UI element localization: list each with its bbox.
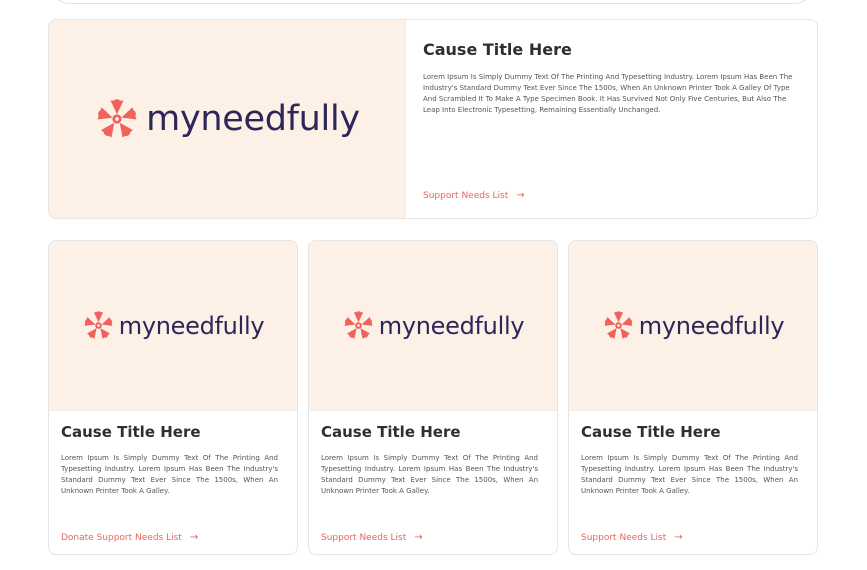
cause-body: Cause Title Here Lorem Ipsum Is Simply D… [309,411,557,554]
cause-description: Lorem Ipsum Is Simply Dummy Text Of The … [423,73,793,114]
featured-cause-card: myneedfully Cause Title Here Lorem Ipsum… [48,19,818,219]
donate-support-needs-list-link[interactable]: Donate Support Needs List → [61,532,198,543]
cause-title: Cause Title Here [423,40,572,59]
brand-mark-icon [84,311,113,339]
brand-wordmark: myneedfully [118,311,265,340]
cause-image: myneedfully [309,241,557,411]
cause-description: Lorem Ipsum Is Simply Dummy Text Of The … [581,454,798,495]
brand-logo: myneedfully [82,309,265,342]
cause-title: Cause Title Here [61,423,201,441]
featured-cause-body: Cause Title Here Lorem Ipsum Is Simply D… [406,20,817,218]
cause-body: Cause Title Here Lorem Ipsum Is Simply D… [49,411,297,554]
brand-wordmark: myneedfully [378,311,525,340]
brand-mark-icon [604,311,633,339]
brand-logo: myneedfully [602,309,785,342]
arrow-right-icon: → [414,532,423,543]
cause-card: myneedfully Cause Title Here Lorem Ipsum… [308,240,558,555]
link-label: Support Needs List [581,532,667,543]
link-label: Support Needs List [321,532,407,543]
featured-cause-image: myneedfully [49,20,406,218]
brand-wordmark: myneedfully [638,311,785,340]
cause-card: myneedfully Cause Title Here Lorem Ipsum… [568,240,818,555]
cause-description: Lorem Ipsum Is Simply Dummy Text Of The … [321,454,538,495]
arrow-right-icon: → [516,190,525,201]
cause-image: myneedfully [569,241,817,411]
cause-image: myneedfully [49,241,297,411]
cause-card: myneedfully Cause Title Here Lorem Ipsum… [48,240,298,555]
support-needs-list-link[interactable]: Support Needs List → [423,190,525,201]
arrow-right-icon: → [189,532,199,543]
cause-body: Cause Title Here Lorem Ipsum Is Simply D… [569,411,817,554]
link-label: Donate Support Needs List [61,532,182,543]
brand-mark-icon [344,311,373,339]
support-needs-list-link[interactable]: Support Needs List → [581,532,683,543]
brand-logo: myneedfully [342,309,525,342]
brand-logo: myneedfully [94,96,360,142]
arrow-right-icon: → [674,532,683,543]
cause-description: Lorem Ipsum Is Simply Dummy Text Of The … [61,454,278,495]
brand-mark-icon [97,99,137,138]
cause-title: Cause Title Here [321,423,461,441]
link-label: Support Needs List [423,190,509,201]
top-card-edge [52,0,812,4]
brand-wordmark: myneedfully [146,99,360,139]
cause-title: Cause Title Here [581,423,721,441]
support-needs-list-link[interactable]: Support Needs List → [321,532,423,543]
